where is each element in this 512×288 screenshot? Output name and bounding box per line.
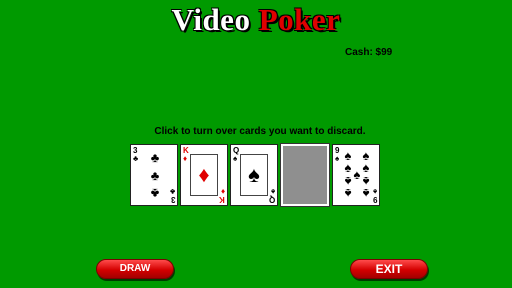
card-2-king-of-diamonds[interactable]: K ♦ ♦ ♦ K (180, 144, 228, 206)
card-1-three-of-clubs[interactable]: 3 ♣ ♣ ♣ ♣ ♣ 3 (130, 144, 178, 206)
card-3-queen-of-spades[interactable]: Q ♠ ♠ ♠ Q (230, 144, 278, 206)
club-icon: ♣ (150, 150, 160, 165)
diamond-icon: ♦ (220, 187, 225, 196)
face-card-frame: ♦ (190, 154, 218, 196)
cash-display: Cash: $99 (345, 47, 393, 58)
card-5-nine-of-spades[interactable]: 9 ♠ ♠ ♠ ♠ ♠ ♠ ♠ ♠ ♠ ♠ ♠ 9 (332, 144, 380, 206)
club-icon: ♣ (169, 187, 175, 196)
card-rank: Q (268, 195, 275, 204)
club-icon: ♣ (150, 168, 160, 183)
card-rank: 3 (170, 195, 175, 204)
spade-icon: ♠ (270, 187, 275, 196)
card-rank: K (219, 195, 225, 204)
diamond-icon: ♦ (198, 162, 210, 187)
club-icon: ♣ (150, 186, 160, 201)
card-rank: 9 (372, 195, 377, 204)
poker-table: Video Poker Cash: $99 Click to turn over… (0, 0, 512, 288)
card-4-face-down[interactable] (280, 143, 330, 207)
club-icon: ♣ (133, 154, 139, 163)
spade-icon: ♠ (233, 154, 238, 163)
spade-icon: ♠ (362, 186, 370, 201)
spade-icon: ♠ (344, 186, 352, 201)
diamond-icon: ♦ (183, 154, 188, 163)
game-title: Video Poker (0, 0, 512, 40)
spade-icon: ♠ (372, 187, 377, 196)
spade-icon: ♠ (335, 154, 340, 163)
draw-button[interactable]: DRAW (96, 259, 174, 279)
instruction-text: Click to turn over cards you want to dis… (154, 126, 366, 137)
exit-button[interactable]: EXIT (350, 259, 428, 279)
title-word-video: Video (171, 2, 251, 37)
face-card-frame: ♠ (240, 154, 268, 196)
spade-icon: ♠ (248, 162, 260, 187)
title-word-poker: Poker (258, 2, 341, 37)
